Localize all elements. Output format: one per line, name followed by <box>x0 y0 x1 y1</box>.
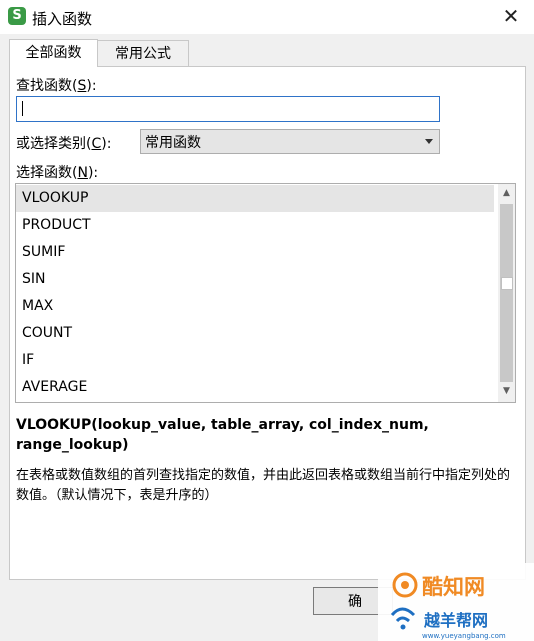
function-listbox[interactable]: VLOOKUP PRODUCT SUMIF SIN MAX COUNT IF A… <box>15 183 516 403</box>
close-button[interactable]: ✕ <box>488 0 534 34</box>
search-label-prefix: 查找函数( <box>16 78 78 94</box>
tab-common-formulas[interactable]: 常用公式 <box>97 40 189 67</box>
category-label-key: C <box>91 136 102 152</box>
watermark-url: www.yueyangbang.com <box>422 632 506 640</box>
list-item[interactable]: AVERAGE <box>16 374 494 401</box>
list-item[interactable]: SIN <box>16 266 494 293</box>
chevron-down-icon <box>425 139 433 144</box>
list-item[interactable]: SUMIF <box>16 239 494 266</box>
watermark-text-2: 越羊帮网 <box>423 611 488 630</box>
function-description: 在表格或数值数组的首列查找指定的数值，并由此返回表格或数组当前行中指定列处的数值… <box>16 468 511 503</box>
function-list-label-prefix: 选择函数( <box>16 165 78 181</box>
list-item[interactable]: MAX <box>16 293 494 320</box>
category-selected-value: 常用函数 <box>145 135 201 151</box>
wps-app-icon: S <box>8 7 26 25</box>
search-input[interactable] <box>16 96 440 122</box>
watermark-text-1: 酷知网 <box>422 575 485 599</box>
function-list-label: 选择函数(N): <box>16 162 98 182</box>
list-item[interactable]: IF <box>16 347 494 374</box>
tab-all-functions[interactable]: 全部函数 <box>9 39 98 67</box>
list-item[interactable]: COUNT <box>16 320 494 347</box>
function-list-label-key: N <box>77 165 88 181</box>
function-syntax: VLOOKUP(lookup_value, table_array, col_i… <box>16 417 429 453</box>
category-label-prefix: 或选择类别( <box>16 136 92 152</box>
category-select[interactable]: 常用函数 <box>140 129 440 154</box>
function-list-label-suffix: ): <box>87 165 99 181</box>
category-label-suffix: ): <box>101 136 112 152</box>
list-item[interactable]: PRODUCT <box>16 212 494 239</box>
scroll-down-icon[interactable]: ▼ <box>498 383 515 400</box>
list-item[interactable]: VLOOKUP <box>16 185 494 212</box>
scroll-up-icon[interactable]: ▲ <box>498 185 515 202</box>
close-icon: ✕ <box>502 4 520 28</box>
search-label-suffix: ): <box>86 78 97 94</box>
vertical-scrollbar[interactable]: ▲ ▼ <box>498 184 515 402</box>
title-bar: S 插入函数 ✕ <box>0 0 534 34</box>
scrollbar-track[interactable] <box>500 204 513 382</box>
window-title: 插入函数 <box>32 10 93 28</box>
scrollbar-thumb[interactable] <box>501 277 513 290</box>
search-label: 查找函数(S): <box>16 75 97 95</box>
watermark-logo: 酷知网 越羊帮网 www.yueyangbang.com <box>378 563 534 641</box>
category-label: 或选择类别(C): <box>16 133 111 153</box>
text-cursor <box>22 101 23 116</box>
